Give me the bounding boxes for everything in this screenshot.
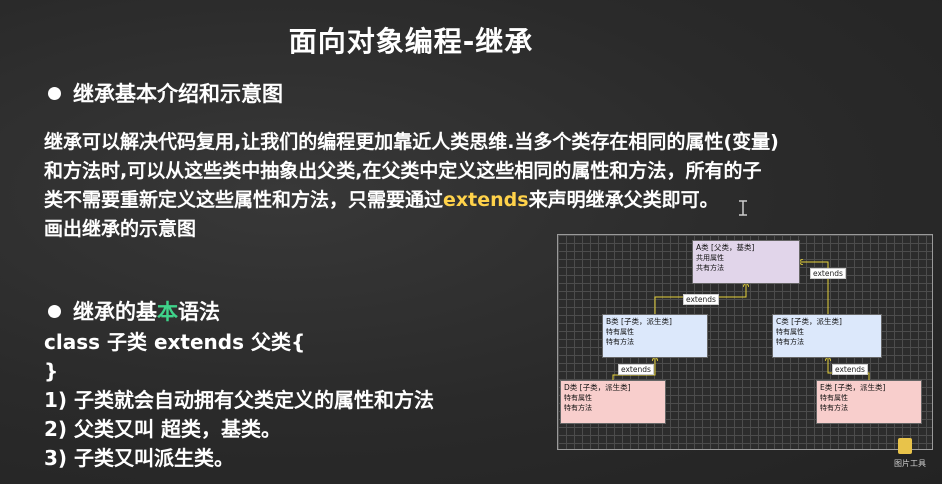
paragraph-line-3-post: 来声明继承父类即可。 [528, 189, 719, 211]
syntax-line: 2) 父类又叫 超类，基类。 [44, 417, 281, 441]
node-method: 特有方法 [606, 338, 634, 346]
edge-label-extends: extends [810, 268, 846, 279]
node-method: 特有方法 [776, 338, 804, 346]
class-node-b: B类 [子类，派生类] 特有属性 特有方法 [602, 314, 708, 358]
edge-label-extends: extends [618, 364, 654, 375]
inheritance-diagram: extends extends extends extends A类 [父类，基… [557, 234, 933, 450]
node-title: B类 [子类，派生类] [606, 317, 672, 326]
extends-keyword: extends [443, 189, 529, 211]
syntax-line: class 子类 extends 父类{ [44, 330, 306, 354]
node-attr: 特有属性 [776, 328, 804, 336]
class-node-d: D类 [子类，派生类] 特有属性 特有方法 [560, 380, 666, 424]
syntax-line: 1) 子类就会自动拥有父类定义的属性和方法 [44, 388, 435, 412]
paragraph-line-3-pre: 类不需要重新定义这些属性和方法，只需要通过 [44, 189, 444, 211]
image-tool-label[interactable]: 图片工具 [894, 458, 926, 469]
intro-paragraph: 继承可以解决代码复用,让我们的编程更加靠近人类思维.当多个类存在相同的属性(变量… [44, 128, 942, 244]
paragraph-line-3: 类不需要重新定义这些属性和方法，只需要通过extends来声明继承父类即可。 [44, 186, 942, 215]
node-title: D类 [子类，派生类] [564, 383, 631, 392]
syntax-line: 3) 子类又叫派生类。 [44, 446, 235, 470]
node-method: 共有方法 [696, 264, 724, 272]
node-method: 特有方法 [820, 404, 848, 412]
node-title: E类 [子类，派生类] [820, 383, 886, 392]
bullet-dot-icon [48, 304, 61, 318]
edge-label-extends: extends [832, 364, 868, 375]
paragraph-line-2: 和方法时,可以从这些类中抽象出父类,在父类中定义这些相同的属性和方法，所有的子 [44, 160, 762, 182]
bullet-dot-icon [48, 86, 61, 100]
syntax-block: class 子类 extends 父类{ } 1) 子类就会自动拥有父类定义的属… [44, 328, 434, 473]
node-title: A类 [父类，基类] [696, 243, 755, 252]
section2-heading-row: 继承的基本语法 [48, 296, 220, 326]
syntax-line: } [44, 359, 59, 383]
mouse-cursor-icon [739, 200, 747, 216]
section1-heading-row: 继承基本介绍和示意图 [48, 78, 283, 108]
section1-heading: 继承基本介绍和示意图 [73, 82, 283, 106]
node-attr: 共用属性 [696, 254, 724, 262]
class-node-e: E类 [子类，派生类] 特有属性 特有方法 [816, 380, 922, 424]
node-attr: 特有属性 [564, 394, 592, 402]
node-attr: 特有属性 [606, 328, 634, 336]
edge-label-extends: extends [683, 294, 719, 305]
class-node-a: A类 [父类，基类] 共用属性 共有方法 [692, 240, 800, 284]
class-node-c: C类 [子类，派生类] 特有属性 特有方法 [772, 314, 882, 358]
section2-heading-highlight: 本 [157, 300, 178, 324]
image-tool-icon[interactable] [898, 438, 912, 454]
section2-heading: 继承的基本语法 [73, 296, 220, 326]
slide-title: 面向对象编程-继承 [288, 25, 534, 58]
paragraph-line-1: 继承可以解决代码复用,让我们的编程更加靠近人类思维.当多个类存在相同的属性(变量… [44, 131, 779, 153]
node-title: C类 [子类，派生类] [776, 317, 842, 326]
node-method: 特有方法 [564, 404, 592, 412]
section2-heading-post: 语法 [178, 300, 220, 324]
node-attr: 特有属性 [820, 394, 848, 402]
section2-heading-pre: 继承的基 [73, 300, 157, 324]
